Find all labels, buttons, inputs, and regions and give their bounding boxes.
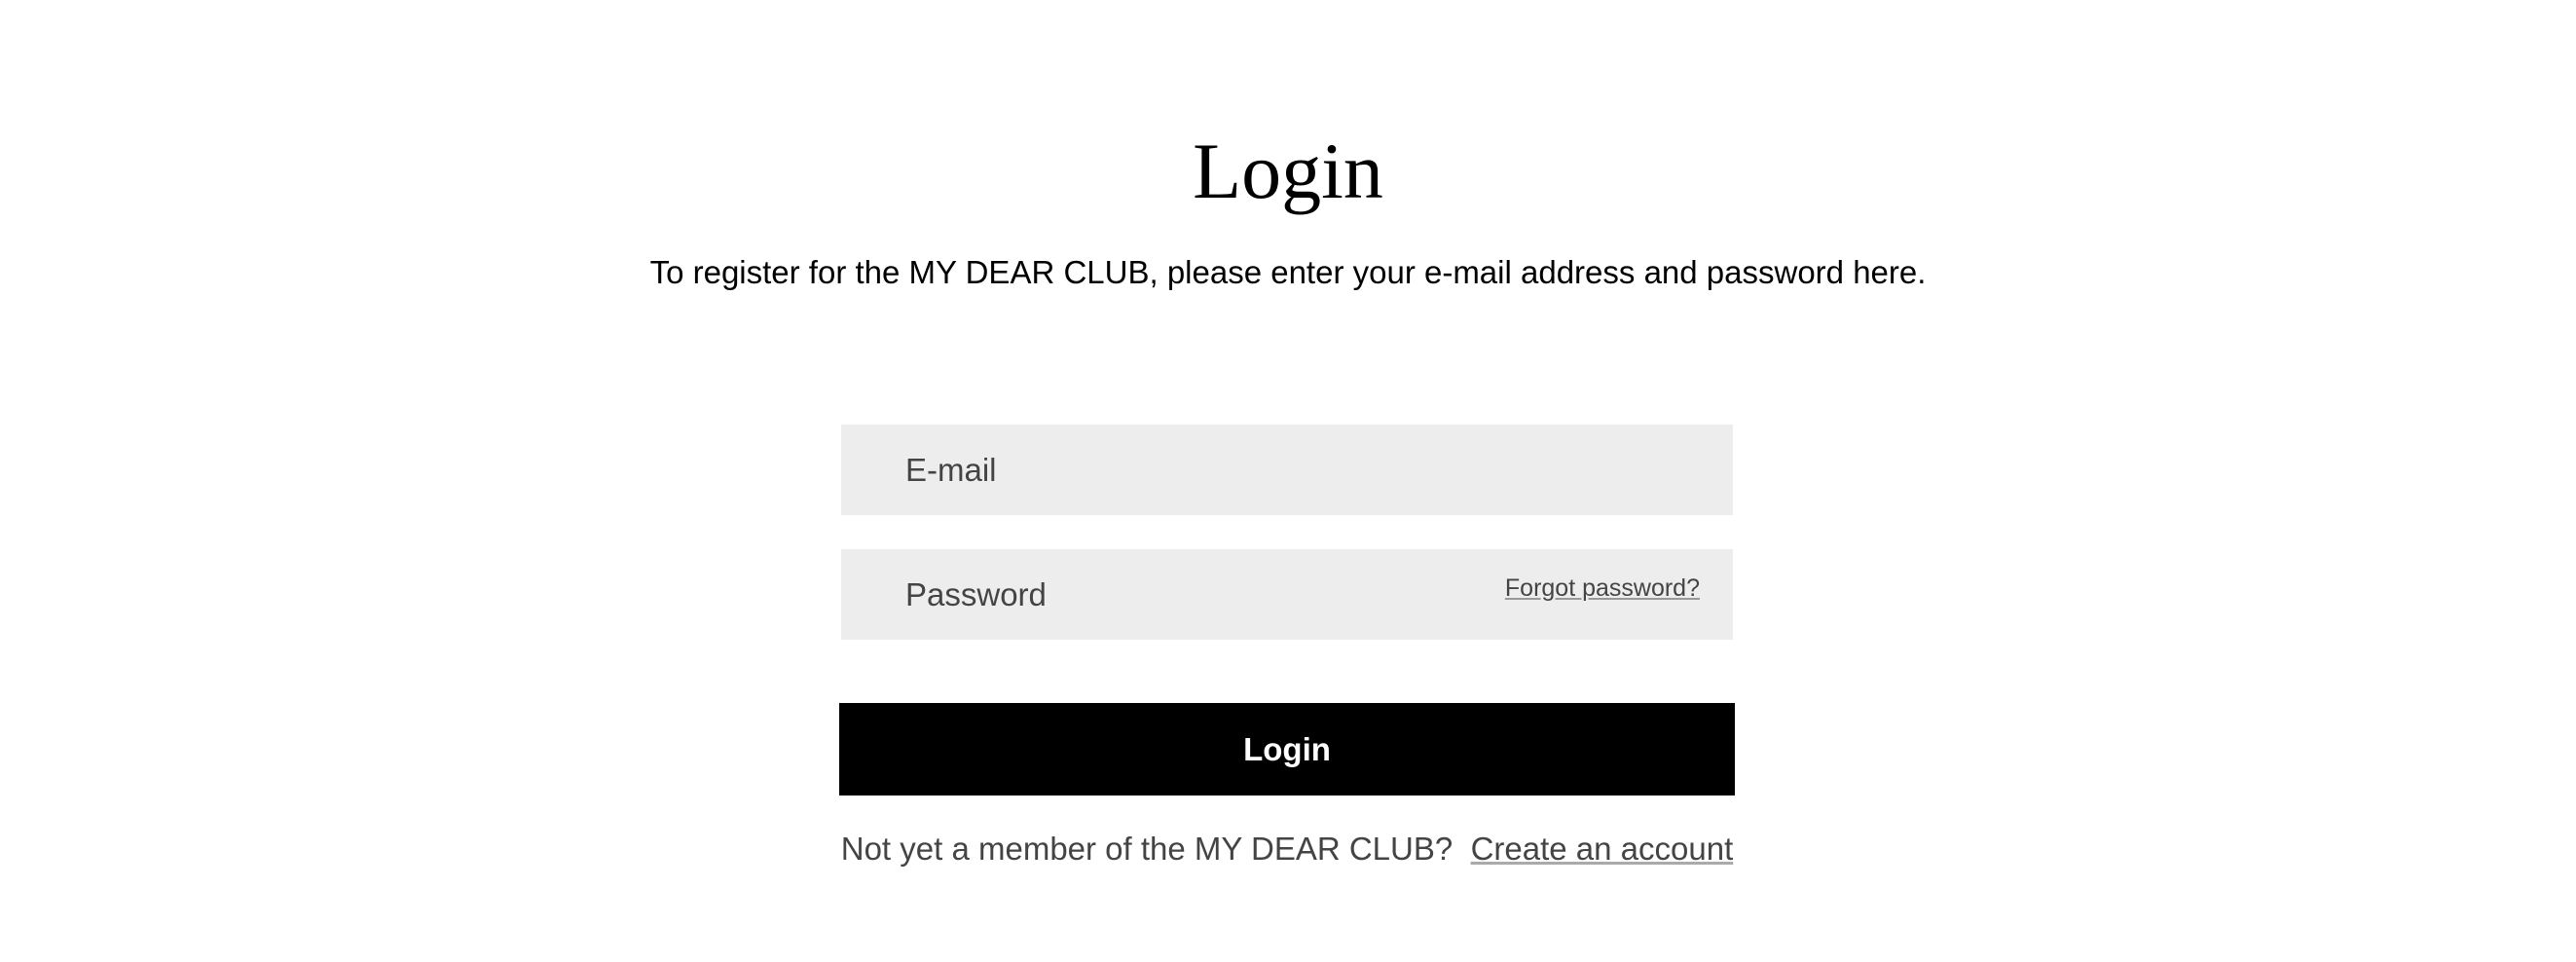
password-field-container: Forgot password? — [841, 549, 1733, 640]
page-title: Login — [1193, 127, 1383, 215]
signup-prompt-text: Not yet a member of the MY DEAR CLUB? — [840, 831, 1462, 867]
login-button[interactable]: Login — [839, 703, 1735, 796]
email-field-container — [841, 425, 1733, 515]
page-subtitle: To register for the MY DEAR CLUB, please… — [649, 254, 1927, 290]
email-input[interactable] — [841, 425, 1733, 515]
signup-prompt: Not yet a member of the MY DEAR CLUB? Cr… — [839, 830, 1735, 869]
forgot-password-link[interactable]: Forgot password? — [1505, 574, 1700, 603]
create-account-link[interactable]: Create an account — [1471, 831, 1734, 867]
